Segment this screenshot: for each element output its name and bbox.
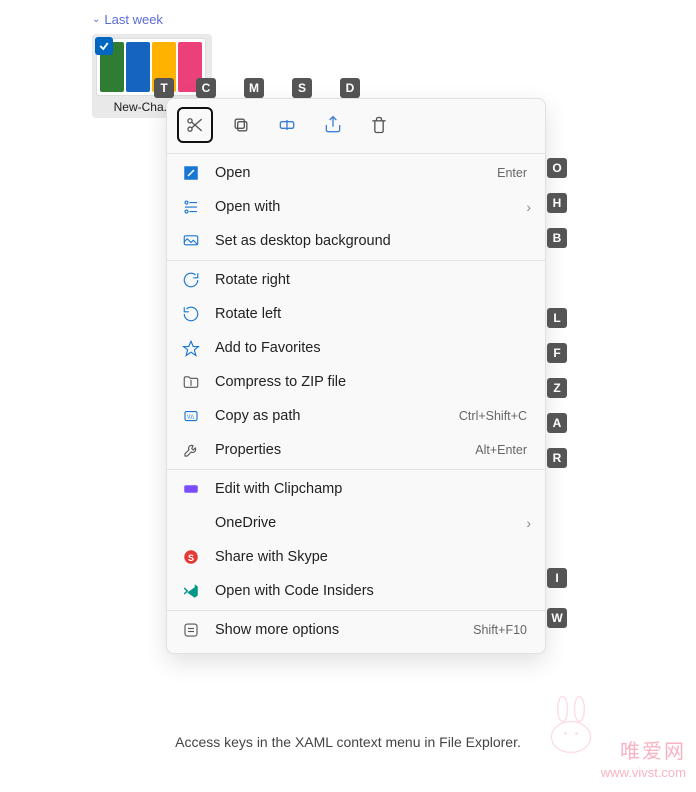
skype-icon: S (181, 547, 201, 567)
delete-button[interactable] (361, 107, 397, 143)
scissors-icon (185, 115, 205, 135)
svg-text:\\\\: \\\\ (187, 415, 194, 421)
trash-icon (369, 115, 389, 135)
selected-check-icon (95, 37, 113, 55)
more-options-icon (181, 620, 201, 640)
access-key-d: D (340, 78, 360, 98)
access-key-i: I (547, 568, 567, 588)
access-key-t: T (154, 78, 174, 98)
access-key-w: W (547, 608, 567, 628)
chevron-down-icon: ⌄ (92, 14, 100, 25)
access-key-m: M (244, 78, 264, 98)
access-key-l: L (547, 308, 567, 328)
menu-item-code-insiders[interactable]: Open with Code Insiders (167, 574, 545, 608)
share-icon (323, 115, 343, 135)
rename-icon (277, 115, 297, 135)
watermark: 唯爱网 www.vivst.com (601, 739, 686, 782)
access-key-c: C (196, 78, 216, 98)
context-menu: Open Enter Open with › Set as desktop ba… (166, 98, 546, 654)
menu-item-show-more[interactable]: Show more options Shift+F10 (167, 613, 545, 647)
vscode-insiders-icon (181, 581, 201, 601)
group-label: Last week (104, 12, 163, 27)
menu-item-rotate-left[interactable]: Rotate left (167, 297, 545, 331)
open-with-icon (181, 197, 201, 217)
menu-item-compress[interactable]: Compress to ZIP file (167, 365, 545, 399)
group-header[interactable]: ⌄ Last week (92, 12, 163, 27)
wrench-icon (181, 440, 201, 460)
chevron-right-icon: › (526, 515, 531, 531)
copy-button[interactable] (223, 107, 259, 143)
star-icon (181, 338, 201, 358)
access-key-o: O (547, 158, 567, 178)
file-thumbnail (96, 38, 206, 96)
menu-item-clipchamp[interactable]: Edit with Clipchamp (167, 472, 545, 506)
separator (167, 469, 545, 470)
separator (167, 610, 545, 611)
separator (167, 260, 545, 261)
rename-button[interactable] (269, 107, 305, 143)
access-key-h: H (547, 193, 567, 213)
menu-toolbar (167, 105, 545, 151)
access-key-r: R (547, 448, 567, 468)
menu-item-skype[interactable]: S Share with Skype (167, 540, 545, 574)
zip-icon (181, 372, 201, 392)
cut-button[interactable] (177, 107, 213, 143)
menu-item-properties[interactable]: Properties Alt+Enter (167, 433, 545, 467)
chevron-right-icon: › (526, 199, 531, 215)
menu-item-rotate-right[interactable]: Rotate right (167, 263, 545, 297)
menu-item-copy-path[interactable]: \\\\ Copy as path Ctrl+Shift+C (167, 399, 545, 433)
svg-text:S: S (188, 553, 194, 563)
rotate-left-icon (181, 304, 201, 324)
bunny-watermark (536, 688, 606, 758)
open-icon (181, 163, 201, 183)
access-key-f: F (547, 343, 567, 363)
copy-icon (231, 115, 251, 135)
rotate-right-icon (181, 270, 201, 290)
separator (167, 153, 545, 154)
menu-item-onedrive[interactable]: OneDrive › (167, 506, 545, 540)
share-button[interactable] (315, 107, 351, 143)
access-key-a: A (547, 413, 567, 433)
access-key-b: B (547, 228, 567, 248)
menu-item-favorites[interactable]: Add to Favorites (167, 331, 545, 365)
access-key-s: S (292, 78, 312, 98)
copy-path-icon: \\\\ (181, 406, 201, 426)
menu-item-set-background[interactable]: Set as desktop background (167, 224, 545, 258)
onedrive-icon (181, 513, 201, 533)
clipchamp-icon (181, 479, 201, 499)
menu-item-open-with[interactable]: Open with › (167, 190, 545, 224)
desktop-background-icon (181, 231, 201, 251)
access-key-z: Z (547, 378, 567, 398)
menu-item-open[interactable]: Open Enter (167, 156, 545, 190)
toolbar-access-keys: C M S D (196, 78, 360, 98)
